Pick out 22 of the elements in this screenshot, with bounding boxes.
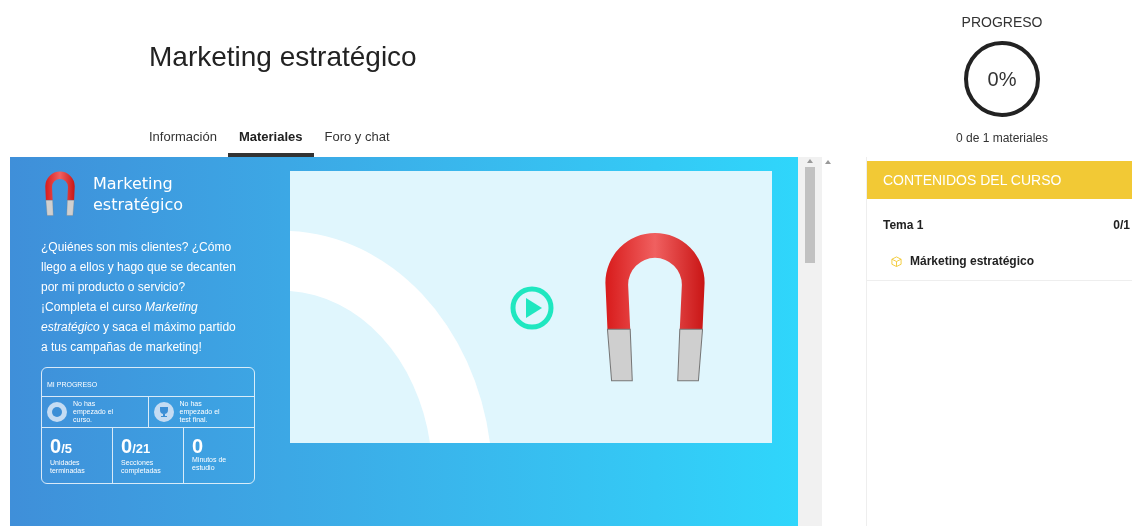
- stat-total: /5: [61, 441, 72, 458]
- tab[interactable]: Foro y chat: [324, 120, 390, 157]
- stat-value: 0: [50, 436, 62, 456]
- course-title: Marketing estratégico: [149, 40, 418, 74]
- topic-count: 0/1: [1113, 217, 1130, 234]
- progress-heading: PROGRESO: [961, 13, 1043, 32]
- stat-total: /21: [132, 441, 151, 458]
- material-item[interactable]: Márketing estratégico: [867, 234, 1132, 270]
- cube-icon: [891, 255, 902, 267]
- stat-value: 0: [192, 436, 204, 456]
- stat-value: 0: [121, 436, 133, 456]
- magnet-icon: [43, 171, 77, 217]
- progress-percent: 0%: [987, 67, 1017, 91]
- banner-description: ¿Quiénes son mis clientes? ¿Cómo llego a ellos y hago que se decanten por mi producto o servicio? ¡Completa el curso Marketing estratégico y saca el máximo partido a tus campañas de marketing!: [41, 239, 237, 356]
- contents-heading: CONTENIDOS DEL CURSO: [883, 170, 1062, 190]
- topic-title: Tema 1: [883, 217, 924, 234]
- trophy-icon: [153, 402, 174, 422]
- play-icon[interactable]: [510, 286, 554, 330]
- badge-icon: [47, 402, 67, 422]
- tab[interactable]: Información: [149, 120, 217, 157]
- banner-title: Marketing estratégico: [93, 173, 185, 215]
- progress-caption: 0 de 1 materiales: [955, 130, 1049, 147]
